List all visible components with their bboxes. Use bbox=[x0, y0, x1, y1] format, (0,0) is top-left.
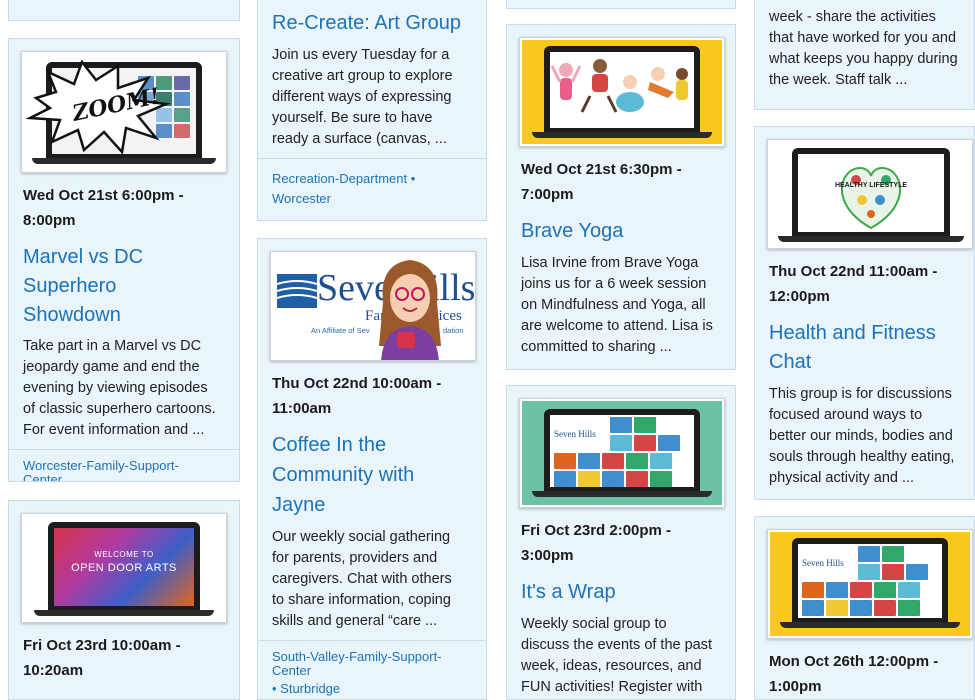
event-card-coffee-community[interactable]: Seven ills Fam vices An Affiliate of Sev… bbox=[257, 238, 487, 700]
event-location-link[interactable]: Recreation-Department • Worcester bbox=[258, 158, 486, 209]
healthy-lifestyle-text: HEALTHY LIFESTYLE bbox=[834, 182, 908, 189]
event-title-link[interactable]: Coffee In the Community with Jayne bbox=[272, 430, 472, 520]
laptop-illustration: Seven Hills bbox=[770, 532, 970, 636]
event-date: Fri Oct 23rd 2:00pm - 3:00pm bbox=[521, 522, 672, 564]
event-title-link[interactable]: It's a Wrap bbox=[521, 578, 721, 607]
event-card-mon-oct-26[interactable]: Seven Hills Mon Oct 26th 12:00pm - 1:00p… bbox=[754, 516, 975, 700]
seven-hills-logo-icon bbox=[277, 274, 317, 308]
laptop-illustration: HEALTHY LIFESTYLE bbox=[778, 148, 964, 244]
event-description: Weekly social group to discuss the event… bbox=[521, 616, 713, 695]
event-card-health-fitness[interactable]: HEALTHY LIFESTYLE Thu Oct 22nd 11:00am -… bbox=[754, 126, 975, 500]
seven-hills-logo-text: Seven Hills bbox=[554, 429, 596, 439]
event-card-marvel-dc[interactable]: ZOOM! Wed Oct 21st 6:00pm - 8:00pm Marve… bbox=[8, 38, 240, 482]
laptop-illustration: Seven Hills bbox=[522, 401, 722, 505]
jayne-avatar-icon bbox=[379, 260, 441, 360]
event-card-top-stub-col3 bbox=[506, 0, 736, 9]
event-thumbnail[interactable]: Seven ills Fam vices An Affiliate of Sev… bbox=[270, 251, 476, 361]
event-date: Wed Oct 21st 6:00pm - 8:00pm bbox=[23, 187, 184, 229]
event-location-link[interactable]: Worcester-Family-Support- Center bbox=[9, 449, 239, 481]
heart-icon bbox=[841, 166, 901, 230]
event-card-its-a-wrap[interactable]: Seven Hills Fri Oct 23rd 2:00pm - 3:00pm… bbox=[506, 385, 736, 700]
seven-hills-logo-text: Seven Hills bbox=[802, 558, 844, 568]
event-date: Wed Oct 21st 6:30pm - 7:00pm bbox=[521, 161, 682, 203]
event-thumbnail[interactable]: Seven Hills bbox=[519, 398, 725, 508]
event-title-link[interactable]: Re-Create: Art Group bbox=[272, 9, 472, 38]
event-description: Take part in a Marvel vs DC jeopardy gam… bbox=[23, 338, 216, 438]
open-door-arts-text: OPEN DOOR ARTS bbox=[71, 562, 177, 574]
event-description: Lisa Irvine from Brave Yoga joins us for… bbox=[521, 255, 713, 355]
event-description: This group is for discussions focused ar… bbox=[769, 386, 955, 486]
laptop-illustration bbox=[522, 40, 722, 144]
event-description: Our weekly social gathering for parents,… bbox=[272, 529, 452, 629]
affiliate-text: An Affiliate of Sev bbox=[311, 326, 370, 335]
yoga-figures-icon bbox=[550, 59, 688, 113]
event-title-link[interactable]: Marvel vs DC Superhero Showdown bbox=[23, 243, 225, 330]
event-date: Thu Oct 22nd 11:00am - 12:00pm bbox=[769, 263, 938, 305]
event-title-link[interactable]: Health and Fitness Chat bbox=[769, 319, 960, 377]
welcome-text: WELCOME TO bbox=[94, 550, 154, 559]
event-thumbnail[interactable]: HEALTHY LIFESTYLE bbox=[767, 139, 973, 249]
event-card-re-create-art[interactable]: Re-Create: Art Group Join us every Tuesd… bbox=[257, 0, 487, 221]
event-location-link[interactable]: South-Valley-Family-Support- Center • St… bbox=[258, 640, 486, 696]
event-card-open-door-arts[interactable]: WELCOME TO OPEN DOOR ARTS Fri Oct 23rd 1… bbox=[8, 500, 240, 700]
event-card-top-col4[interactable]: week - share the activities that have wo… bbox=[754, 0, 975, 110]
event-title-link[interactable]: Brave Yoga bbox=[521, 217, 721, 246]
event-thumbnail[interactable]: Seven Hills bbox=[767, 529, 973, 639]
event-thumbnail[interactable]: WELCOME TO OPEN DOOR ARTS bbox=[21, 513, 227, 623]
event-thumbnail[interactable]: ZOOM! bbox=[21, 51, 227, 173]
event-date: Mon Oct 26th 12:00pm - 1:00pm bbox=[769, 653, 939, 695]
event-description: Join us every Tuesday for a creative art… bbox=[272, 47, 453, 147]
event-card-top-stub-col1 bbox=[8, 0, 240, 21]
event-card-brave-yoga[interactable]: Wed Oct 21st 6:30pm - 7:00pm Brave Yoga … bbox=[506, 24, 736, 370]
laptop-illustration: WELCOME TO OPEN DOOR ARTS bbox=[34, 522, 214, 618]
event-date: Thu Oct 22nd 10:00am - 11:00am bbox=[272, 375, 442, 417]
event-description: week - share the activities that have wo… bbox=[769, 9, 958, 88]
event-thumbnail[interactable] bbox=[519, 37, 725, 147]
event-date: Fri Oct 23rd 10:00am - 10:20am bbox=[23, 637, 181, 679]
